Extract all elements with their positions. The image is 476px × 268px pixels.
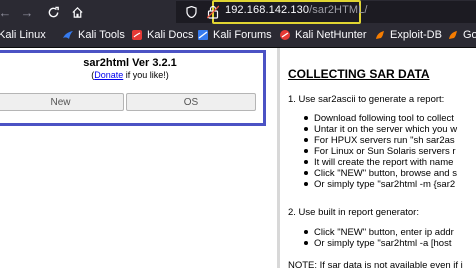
bookmark-kali-docs[interactable]: Kali Docs	[131, 29, 193, 41]
donate-line: (Donate if you like!)	[0, 70, 263, 80]
forward-arrow-icon[interactable]: →	[18, 3, 36, 21]
reload-icon[interactable]	[44, 3, 62, 21]
bookmark-label: Kali Forums	[213, 29, 272, 41]
bookmark-exploit-db[interactable]: Exploit-DB	[374, 29, 442, 41]
list-item: Untar it on the server which you w	[303, 124, 458, 135]
bookmark-label: Go	[463, 29, 476, 41]
bookmark-kali-nethunter[interactable]: Kali NetHunter	[279, 29, 367, 41]
step-2-heading: 2. Use built in report generator:	[288, 207, 419, 218]
app-title: sar2html Ver 3.2.1	[83, 57, 177, 69]
bookmark-kali-forums[interactable]: Kali Forums	[197, 29, 272, 41]
url-bar[interactable]: 192.168.142.130/sar2HTML/	[176, 0, 476, 24]
note-text: NOTE: If sar data is not available even …	[288, 260, 463, 268]
list-item: For Linux or Sun Solaris servers r	[303, 146, 456, 157]
url-path: /sar2HTML/	[309, 4, 368, 16]
url-text[interactable]: 192.168.142.130/sar2HTML/	[225, 4, 368, 16]
section-title: COLLECTING SAR DATA	[288, 67, 430, 81]
insecure-lock-icon[interactable]	[207, 5, 219, 19]
bookmark-label: Exploit-DB	[390, 29, 442, 41]
list-item: Download following tool to collect	[303, 113, 457, 124]
list-item: It will create the report with name	[303, 157, 457, 168]
instructions-panel: COLLECTING SAR DATA 1. Use sar2ascii to …	[280, 48, 476, 268]
app-header-panel: sar2html Ver 3.2.1 (Donate if you like!)…	[0, 50, 266, 126]
bookmark-label: Kali Linux	[0, 29, 46, 41]
browser-toolbar: ← → 192.168.142.130/sar2HTML/	[0, 0, 476, 24]
kali-docs-icon	[132, 30, 142, 40]
shield-icon[interactable]	[186, 6, 197, 18]
new-button[interactable]: New	[0, 93, 124, 111]
bookmark-label: Kali NetHunter	[295, 29, 367, 41]
list-item: Click "NEW" button, browse and s	[303, 168, 457, 179]
step-1-list: Download following tool to collect Untar…	[303, 113, 458, 190]
home-icon[interactable]	[68, 3, 86, 21]
donate-suffix: if you like!)	[123, 70, 169, 80]
bookmark-label: Kali Docs	[147, 29, 194, 41]
step-1-heading: 1. Use sar2ascii to generate a report:	[288, 94, 445, 105]
bookmark-kali-tools[interactable]: Kali Tools	[62, 29, 125, 41]
bookmark-label: Kali Tools	[78, 29, 125, 41]
list-item: Click "NEW" button, enter ip addr	[304, 227, 454, 238]
list-item: For HPUX servers run "sh sar2as	[303, 135, 457, 146]
step-2-list: Click "NEW" button, enter ip addr Or sim…	[304, 227, 454, 249]
donate-link[interactable]: Donate	[94, 70, 123, 80]
bookmarks-bar: Kali Linux Kali Tools Kali Docs Kali For…	[0, 24, 476, 48]
kali-tools-icon	[63, 31, 73, 39]
list-item: Or simply type "sar2html -m {sar2	[303, 179, 456, 190]
kali-forums-icon	[198, 30, 208, 40]
nethunter-icon	[280, 30, 290, 40]
ghdb-icon	[449, 31, 457, 39]
bookmark-kali-linux[interactable]: Kali Linux	[0, 29, 46, 41]
list-item: Or simply type "sar2html -a [host	[304, 238, 454, 249]
os-button[interactable]: OS	[126, 93, 256, 111]
back-arrow-icon[interactable]: ←	[0, 3, 14, 21]
url-host: 192.168.142.130	[225, 4, 310, 16]
bookmark-ghdb[interactable]: Go	[447, 29, 476, 41]
exploit-db-icon	[376, 31, 384, 39]
